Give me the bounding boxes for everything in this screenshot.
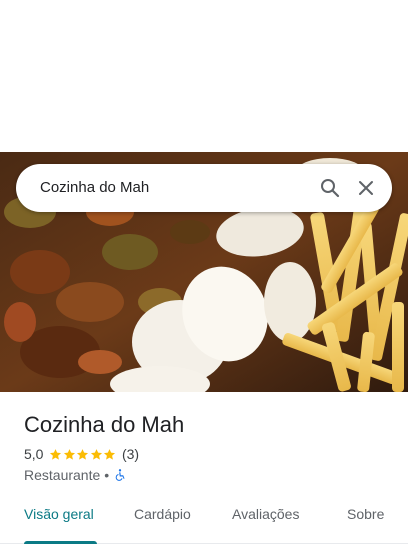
tab-menu[interactable]: Cardápio — [134, 506, 191, 522]
separator-dot: • — [104, 467, 110, 483]
search-input[interactable]: Cozinha do Mah — [40, 179, 149, 196]
rating-row[interactable]: 5,0 (3) — [24, 445, 139, 463]
tab-reviews[interactable]: Avaliações — [232, 506, 299, 522]
rating-value: 5,0 — [24, 446, 44, 462]
place-info-panel: Cozinha do Mah 5,0 (3) Restaurante • Vis… — [0, 392, 408, 544]
star-icon — [50, 448, 62, 460]
review-count[interactable]: (3) — [122, 446, 139, 462]
star-rating — [49, 448, 117, 461]
star-icon — [77, 448, 89, 460]
star-icon — [104, 448, 116, 460]
place-tabs: Visão geral Cardápio Avaliações Sobre — [0, 502, 408, 544]
search-bar[interactable]: Cozinha do Mah — [16, 164, 392, 212]
place-category: Restaurante — [24, 467, 101, 483]
tab-overview[interactable]: Visão geral — [24, 506, 94, 522]
star-icon — [63, 448, 75, 460]
wheelchair-accessible-icon — [115, 469, 125, 481]
place-title: Cozinha do Mah — [24, 412, 185, 437]
search-icon[interactable] — [318, 176, 342, 200]
map-blank-area — [0, 0, 408, 152]
category-row: Restaurante • — [24, 466, 127, 484]
close-icon[interactable] — [354, 176, 378, 200]
star-icon — [90, 448, 102, 460]
tab-about[interactable]: Sobre — [347, 506, 384, 522]
